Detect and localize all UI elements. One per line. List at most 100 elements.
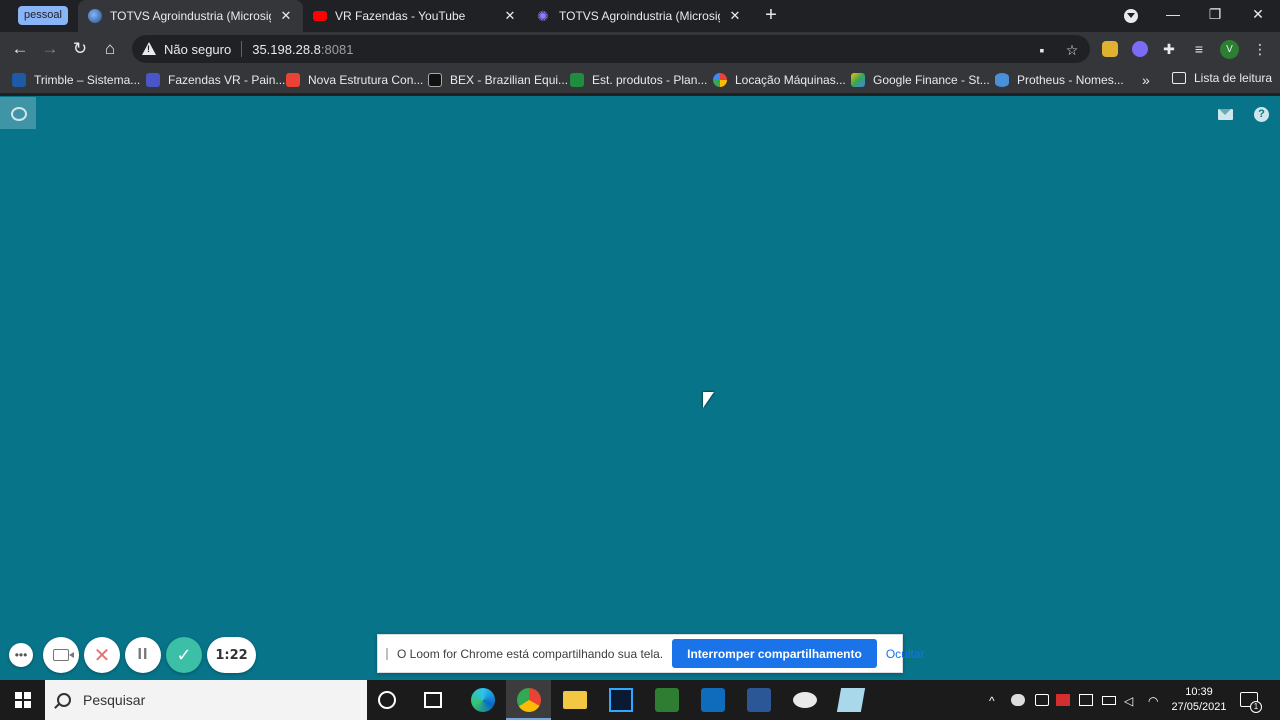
tab-title: TOTVS Agroindustria (Microsiga) [110,9,271,23]
address-bar[interactable]: Não seguro 35.198.28.8 :8081 ▪ ☆ [132,35,1090,63]
wifi-icon[interactable]: ◠ [1148,694,1162,708]
bookmark-label: Trimble – Sistema... [34,73,141,87]
bookmark-label: Est. produtos - Plan... [592,73,708,87]
tab-youtube[interactable]: VR Fazendas - YouTube ✕ [303,0,527,32]
bookmark-google-finance[interactable]: Google Finance - St... [851,71,990,89]
windows-taskbar: Pesquisar ^ ◁ ◠ 10:39 27/05/2021 1 [0,680,1280,720]
star-icon[interactable]: ☆ [1064,42,1080,58]
help-icon[interactable]: ? [1254,107,1269,122]
photoshop-icon[interactable] [609,688,633,712]
reading-list-label: Lista de leitura [1194,71,1273,85]
bookmark-nova-estrutura[interactable]: Nova Estrutura Con... [286,71,423,89]
trimble-icon [12,73,26,87]
glass-app-icon[interactable] [836,688,866,712]
camera-blocked-icon[interactable]: ▪ [1034,42,1050,58]
battery-icon[interactable] [1102,696,1116,705]
browser-tab-strip: pessoal TOTVS Agroindustria (Microsiga) … [0,0,1280,32]
divider [241,41,243,57]
minimize-button[interactable]: — [1152,0,1194,30]
screen-share-bar: O Loom for Chrome está compartilhando su… [377,634,925,673]
extension-cube-icon[interactable] [1102,41,1118,57]
camera-icon [53,649,74,661]
cortana-icon[interactable] [378,691,396,709]
reading-list-button[interactable]: Lista de leitura [1172,71,1272,85]
close-tab-icon[interactable]: ✕ [503,8,517,24]
share-message: O Loom for Chrome está compartilhando su… [397,646,664,661]
dropbox-icon[interactable] [1079,694,1093,706]
outlook-icon[interactable] [701,688,725,712]
bookmark-protheus[interactable]: Protheus - Nomes... [995,71,1124,89]
warning-icon [142,42,156,56]
forward-arrow-icon[interactable]: → [38,37,62,61]
notification-count: 1 [1250,701,1262,713]
close-window-button[interactable]: ✕ [1237,0,1279,30]
bookmark-locacao[interactable]: Locação Máquinas... [713,71,846,89]
bookmark-trimble[interactable]: Trimble – Sistema... [12,71,140,89]
clock-time: 10:39 [1185,686,1213,698]
task-view-icon[interactable] [424,692,442,708]
hide-button[interactable]: Ocultar [886,647,925,661]
google-icon [713,73,727,87]
url-host: 35.198.28.8 [252,41,321,57]
drag-handle-icon[interactable] [386,647,388,660]
gmail-icon [286,73,300,87]
loom-timer: 1:22 [207,637,256,673]
puzzle-icon[interactable]: ✚ [1161,41,1177,57]
onedrive-icon[interactable] [1011,694,1025,706]
search-icon [57,693,71,707]
restore-button[interactable]: ❐ [1194,0,1236,30]
project-icon[interactable] [655,688,679,712]
taskbar-search-input[interactable]: Pesquisar [45,680,367,720]
more-bookmarks-button[interactable]: » [1142,72,1150,88]
cloud-app-icon[interactable] [793,692,817,708]
youtube-icon [313,11,327,21]
gear-icon: ✺ [537,8,549,24]
loom-camera-button[interactable] [43,637,79,673]
tray-overflow-icon[interactable]: ^ [989,694,1003,708]
media-queue-icon[interactable]: ≡ [1191,41,1207,57]
close-tab-icon[interactable]: ✕ [279,8,293,24]
profile-chip[interactable]: pessoal [18,6,68,25]
tab-title: TOTVS Agroindustria (Microsiga) [559,9,720,23]
mail-icon[interactable] [1218,109,1233,120]
taskbar-clock[interactable]: 10:39 27/05/2021 [1168,685,1230,715]
finance-chart-icon [851,73,865,87]
bookmark-est-produtos[interactable]: Est. produtos - Plan... [570,71,707,89]
loom-pause-button[interactable]: II [125,637,161,673]
loom-cancel-button[interactable]: ✕ [84,637,120,673]
bookmark-fazendas[interactable]: Fazendas VR - Pain... [146,71,285,89]
volume-icon[interactable]: ◁ [1124,694,1138,708]
dashboard-icon [146,73,160,87]
edge-icon[interactable] [471,688,495,712]
windows-logo-icon [14,692,31,708]
chrome-icon[interactable] [517,688,541,712]
tab-totvs[interactable]: ✺ TOTVS Agroindustria (Microsiga) ✕ [527,0,752,32]
tab-totvs-active[interactable]: TOTVS Agroindustria (Microsiga) ✕ [78,0,303,32]
loom-more-button[interactable]: ••• [9,643,33,667]
word-icon[interactable] [747,688,771,712]
new-tab-button[interactable]: + [762,5,780,25]
reload-icon[interactable]: ↻ [68,37,92,61]
close-tab-icon[interactable]: ✕ [728,8,742,24]
app-badge-icon[interactable] [1056,694,1070,706]
stop-sharing-button[interactable]: Interromper compartilhamento [672,639,877,668]
mouse-cursor-icon [703,392,714,408]
extension-gear-icon[interactable] [1132,41,1148,57]
loom-done-button[interactable]: ✓ [166,637,202,673]
bookmark-label: Locação Máquinas... [735,73,846,87]
back-arrow-icon[interactable]: ← [8,37,32,61]
bookmark-label: BEX - Brazilian Equi... [450,73,569,87]
bookmark-label: Fazendas VR - Pain... [168,73,286,87]
start-button[interactable] [0,680,45,720]
tab-title: VR Fazendas - YouTube [335,9,466,23]
meet-icon[interactable] [1035,694,1049,706]
sheets-icon [570,73,584,87]
tab-search-icon[interactable] [1124,9,1138,23]
security-label[interactable]: Não seguro [164,42,231,57]
home-icon[interactable]: ⌂ [98,37,122,61]
menu-kebab-icon[interactable]: ⋮ [1252,41,1268,57]
bookmark-bex[interactable]: BEX - Brazilian Equi... [428,71,568,89]
file-explorer-icon[interactable] [563,691,587,709]
totvs-logo-icon[interactable] [0,97,36,129]
avatar[interactable]: V [1220,40,1239,59]
